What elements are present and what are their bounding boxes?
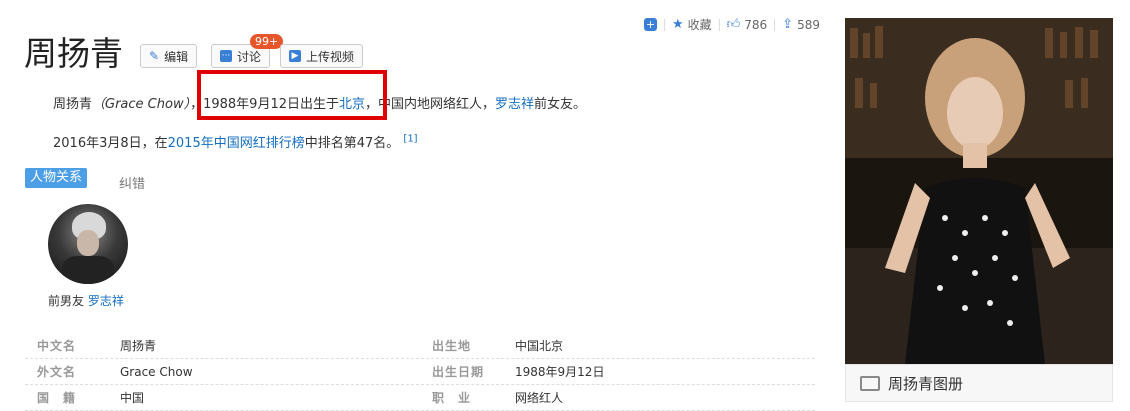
relation-caption: 前男友 罗志祥 <box>48 292 124 309</box>
info-key: 国 籍 <box>37 391 77 405</box>
summary-date: 2016年3月8日，在 <box>53 136 168 151</box>
info-value: Grace Chow <box>120 364 193 379</box>
info-value: 1988年9月12日 <box>515 365 605 379</box>
summary-paragraph-2: 2016年3月8日，在2015年中国网红排行榜中排名第47名。 [1] <box>53 132 418 151</box>
summary-text-end: 前女友。 <box>534 97 587 112</box>
discuss-label: 讨论 <box>237 49 262 64</box>
page-title: 周扬青 <box>24 34 123 73</box>
info-value: 中国北京 <box>515 339 564 353</box>
info-value: 网络红人 <box>515 391 564 405</box>
profile-photo[interactable] <box>845 18 1113 364</box>
highlight-box <box>197 70 387 120</box>
add-icon[interactable]: + <box>644 18 657 31</box>
pencil-icon: ✎ <box>149 49 160 63</box>
edit-button[interactable]: ✎ 编辑 <box>140 44 198 68</box>
ranking-link[interactable]: 2015年中国网红排行榜 <box>168 136 305 151</box>
info-key: 中文名 <box>37 339 77 353</box>
album-label: 周扬青图册 <box>888 374 964 393</box>
tab-correction[interactable]: 纠错 <box>119 173 145 192</box>
photo-illustration <box>845 18 1113 364</box>
relation-name-link[interactable]: 罗志祥 <box>88 294 124 308</box>
upload-video-button[interactable]: ▶ 上传视频 <box>280 44 364 68</box>
divider <box>718 18 720 31</box>
summary-name: 周扬青 <box>53 97 93 112</box>
action-bar: + ★ 收藏 👍︎ 786 ⇪ 589 <box>644 16 820 33</box>
album-link[interactable]: 周扬青图册 <box>845 364 1113 402</box>
info-key: 出生日期 <box>432 365 485 379</box>
chat-icon: ··· <box>220 50 232 62</box>
avatar[interactable] <box>48 204 128 284</box>
summary-rank: 中排名第47名。 <box>304 136 400 151</box>
info-key: 外文名 <box>37 365 77 379</box>
favorite-label[interactable]: 收藏 <box>688 16 712 33</box>
share-count[interactable]: 589 <box>797 18 820 32</box>
gallery-icon <box>860 375 880 391</box>
avatar-face <box>77 230 99 256</box>
avatar-body <box>62 256 114 284</box>
info-key: 出生地 <box>432 339 472 353</box>
video-icon: ▶ <box>289 50 301 62</box>
info-row: 国 籍 中国 职 业 网络红人 <box>25 385 815 411</box>
info-row: 外文名 Grace Chow 出生日期 1988年9月12日 <box>25 359 815 385</box>
relation-label: 前男友 <box>48 294 85 308</box>
star-icon[interactable]: ★ <box>672 17 684 32</box>
divider <box>774 18 776 31</box>
like-count[interactable]: 786 <box>744 18 767 32</box>
summary-english-name: （Grace Chow） <box>92 97 191 112</box>
edit-label: 编辑 <box>164 49 189 64</box>
upload-video-label: 上传视频 <box>306 49 355 64</box>
share-icon[interactable]: ⇪ <box>782 17 793 32</box>
divider <box>664 18 665 31</box>
tab-relations[interactable]: 人物关系 <box>25 168 88 188</box>
partner-link[interactable]: 罗志祥 <box>495 97 534 112</box>
info-key: 职 业 <box>432 391 472 405</box>
info-table: 中文名 周扬青 出生地 中国北京外文名 Grace Chow 出生日期 1988年9月12日… <box>25 333 815 411</box>
info-row: 中文名 周扬青 出生地 中国北京 <box>25 333 815 359</box>
thumbs-up-icon[interactable]: 👍︎ <box>727 17 741 32</box>
info-value: 周扬青 <box>120 339 157 353</box>
discuss-count-badge: 99+ <box>250 34 284 49</box>
info-value: 中国 <box>120 391 145 405</box>
reference-link[interactable]: [1] <box>403 134 417 145</box>
